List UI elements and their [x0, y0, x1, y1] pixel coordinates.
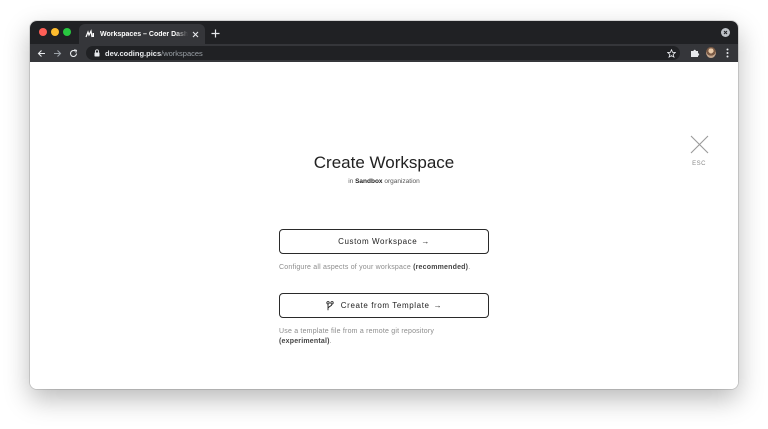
custom-description-emphasis: (recommended): [413, 264, 469, 271]
custom-description-text: Configure all aspects of your workspace: [279, 264, 411, 271]
tab-title: Workspaces – Coder Dashboard: [100, 30, 188, 38]
maximize-window-button[interactable]: [63, 28, 71, 36]
browser-menu-kebab-icon[interactable]: [722, 47, 732, 58]
organization-subtitle: in Sandbox organization: [30, 178, 738, 185]
arrow-right-icon: →: [421, 237, 430, 246]
page-title: Create Workspace: [313, 153, 455, 172]
desktop-background: Workspaces – Coder Dashboard: [0, 0, 768, 429]
template-description-emphasis: (experimental): [279, 337, 330, 345]
avatar: [706, 47, 716, 58]
bookmark-star-icon[interactable]: [666, 48, 676, 58]
custom-workspace-description: Configure all aspects of your workspace …: [279, 263, 509, 273]
create-from-template-description: Use a template file from a remote git re…: [279, 327, 509, 346]
tab-close-icon[interactable]: [191, 30, 200, 39]
toolbar-actions: [690, 47, 732, 58]
url-path: /workspaces: [161, 48, 203, 58]
custom-workspace-button[interactable]: Custom Workspace →: [279, 229, 489, 254]
back-arrow-icon[interactable]: [36, 48, 46, 58]
window-menu-icon[interactable]: [721, 28, 730, 37]
reload-icon[interactable]: [68, 48, 78, 58]
lock-icon: [93, 49, 100, 57]
custom-workspace-label: Custom Workspace: [338, 237, 418, 246]
subtitle-suffix: organization: [384, 178, 420, 185]
coder-favicon-icon: [85, 29, 95, 39]
browser-tab-workspaces[interactable]: Workspaces – Coder Dashboard: [79, 24, 205, 44]
profile-avatar[interactable]: [706, 47, 716, 58]
browser-window: Workspaces – Coder Dashboard: [30, 21, 738, 389]
forward-arrow-icon[interactable]: [52, 48, 62, 58]
address-bar[interactable]: dev.coding.pics /workspaces: [86, 46, 680, 60]
create-from-template-label: Create from Template: [340, 301, 430, 310]
git-branch-icon: [326, 300, 335, 311]
close-dialog-x-icon[interactable]: [689, 134, 709, 154]
extensions-puzzle-icon[interactable]: [690, 47, 700, 58]
close-window-button[interactable]: [39, 28, 47, 36]
arrow-right-icon: →: [433, 301, 443, 310]
browser-titlebar: Workspaces – Coder Dashboard: [30, 21, 738, 44]
minimize-window-button[interactable]: [51, 28, 59, 36]
browser-toolbar: dev.coding.pics /workspaces: [30, 44, 738, 62]
custom-description-end: .: [468, 264, 471, 271]
create-from-template-button[interactable]: Create from Template →: [279, 293, 489, 318]
subtitle-prefix: in: [348, 178, 354, 185]
new-tab-plus-icon[interactable]: [210, 28, 220, 38]
page-content: ESC Create Workspace in Sandbox organiza…: [30, 62, 738, 389]
url-host: dev.coding.pics: [105, 48, 162, 58]
template-description-end: .: [329, 337, 332, 345]
organization-name: Sandbox: [355, 178, 383, 185]
template-description-text: Use a template file from a remote git re…: [279, 328, 435, 335]
